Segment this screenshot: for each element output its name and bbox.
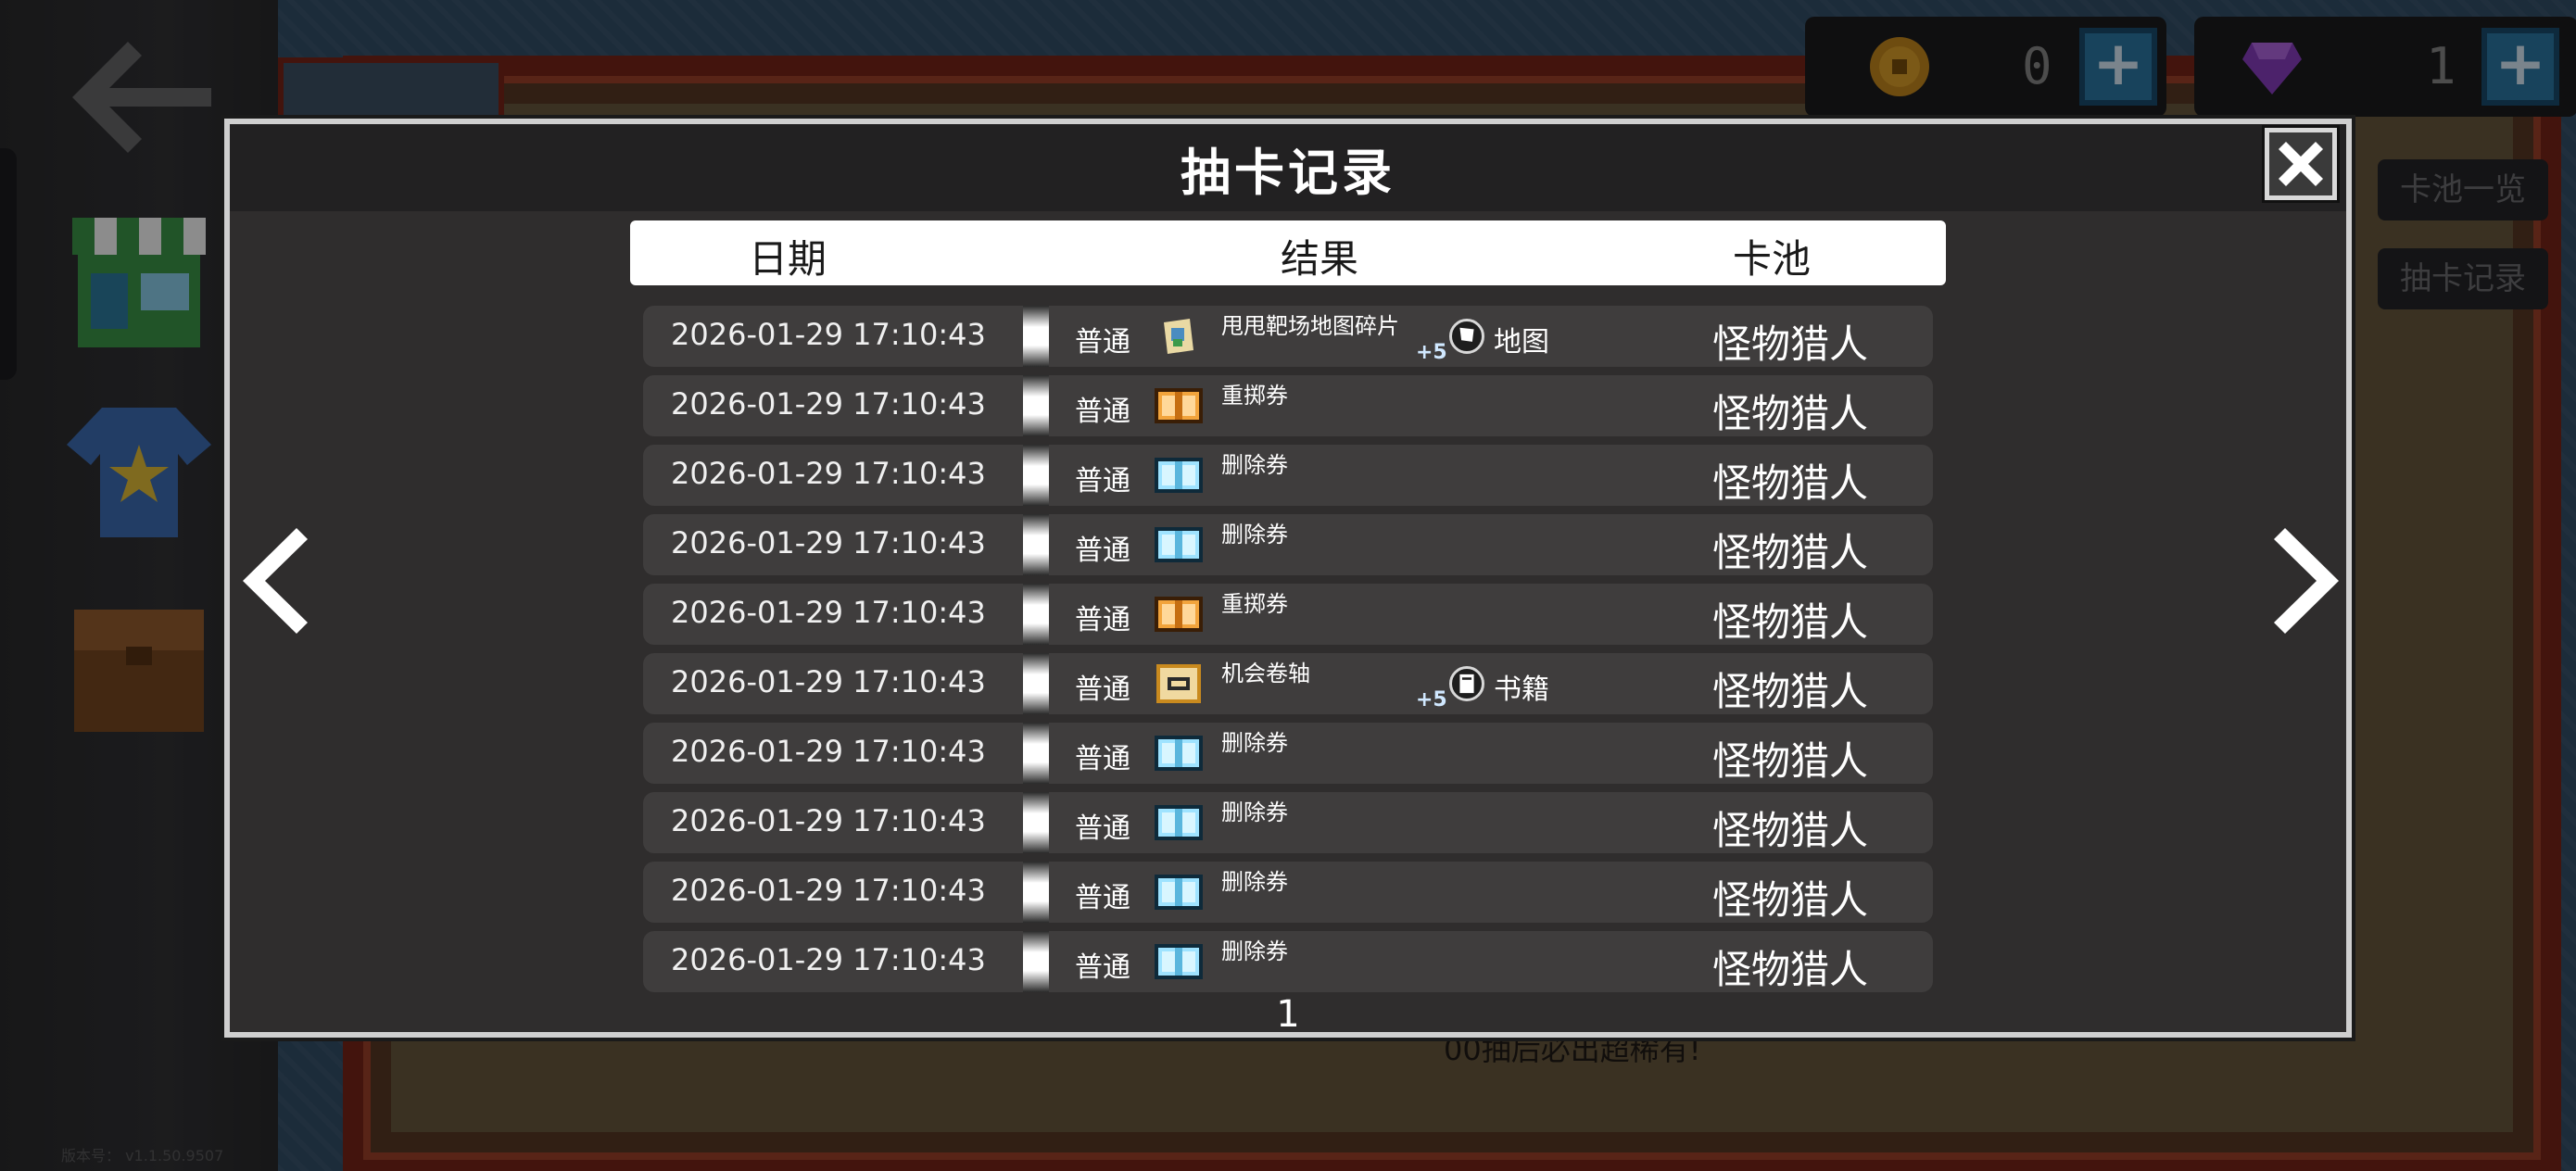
row-divider [1023,862,1049,923]
history-row: 2026-01-29 17:10:43 普通 机会卷轴 +5 书籍 怪物猎人 [643,653,1933,714]
orange-ticket-icon [1153,591,1205,637]
history-row: 2026-01-29 17:10:43 普通 删除券 怪物猎人 [643,514,1933,575]
map-fragment-icon [1153,313,1205,359]
history-row: 2026-01-29 17:10:43 普通 甩甩靶场地图碎片 +5 地图 怪物猎人 [643,306,1933,367]
row-item-name: 删除券 [1221,800,1288,825]
row-category: 书籍 [1494,674,1549,706]
row-item-name: 删除券 [1221,452,1288,478]
row-item-name: 删除券 [1221,938,1288,964]
row-pool: 怪物猎人 [1712,530,1869,575]
row-divider [1023,584,1049,645]
row-date: 2026-01-29 17:10:43 [671,595,986,630]
row-item-name: 删除券 [1221,730,1288,756]
row-item-name: 删除券 [1221,869,1288,895]
close-button[interactable] [2262,125,2340,203]
row-pool: 怪物猎人 [1712,738,1869,784]
blue-ticket-icon [1153,938,1205,985]
history-row: 2026-01-29 17:10:43 普通 删除券 怪物猎人 [643,445,1933,506]
row-pool: 怪物猎人 [1712,460,1869,506]
row-date: 2026-01-29 17:10:43 [671,873,986,908]
dialog-header: 抽卡记录 [230,124,2346,211]
row-rarity: 普通 [1075,743,1130,775]
history-row: 2026-01-29 17:10:43 普通 重掷券 怪物猎人 [643,375,1933,436]
row-date: 2026-01-29 17:10:43 [671,456,986,491]
history-row: 2026-01-29 17:10:43 普通 删除券 怪物猎人 [643,931,1933,992]
table-header: 日期 结果 卡池 [630,220,1946,285]
row-rarity: 普通 [1075,604,1130,636]
blue-ticket-icon [1153,869,1205,915]
row-divider [1023,931,1049,992]
row-date: 2026-01-29 17:10:43 [671,664,986,699]
history-row: 2026-01-29 17:10:43 普通 重掷券 怪物猎人 [643,584,1933,645]
row-rarity: 普通 [1075,535,1130,567]
row-item-name: 机会卷轴 [1221,661,1310,686]
row-divider [1023,375,1049,436]
page-number: 1 [1276,993,1300,1036]
row-pool: 怪物猎人 [1712,808,1869,853]
row-rarity: 普通 [1075,882,1130,914]
blue-ticket-icon [1153,730,1205,776]
column-result: 结果 [1281,236,1359,282]
row-divider [1023,445,1049,506]
history-row: 2026-01-29 17:10:43 普通 删除券 怪物猎人 [643,792,1933,853]
blue-ticket-icon [1153,452,1205,498]
row-date: 2026-01-29 17:10:43 [671,942,986,977]
column-pool: 卡池 [1733,236,1812,282]
row-plus-count: +5 [1416,688,1447,711]
row-rarity: 普通 [1075,674,1130,706]
row-item-name: 重掷券 [1221,383,1288,409]
column-date: 日期 [749,236,827,282]
row-item-name: 删除券 [1221,522,1288,548]
row-divider [1023,792,1049,853]
row-pool: 怪物猎人 [1712,947,1869,992]
row-category: 地图 [1494,326,1549,359]
row-divider [1023,306,1049,367]
row-pool: 怪物猎人 [1712,321,1869,367]
row-rarity: 普通 [1075,326,1130,359]
history-row: 2026-01-29 17:10:43 普通 删除券 怪物猎人 [643,862,1933,923]
row-plus-count: +5 [1416,341,1447,364]
prev-page-arrow-icon[interactable] [241,528,308,634]
row-pool: 怪物猎人 [1712,669,1869,714]
map-flag-icon [1449,319,1484,354]
history-row: 2026-01-29 17:10:43 普通 删除券 怪物猎人 [643,723,1933,784]
book-icon [1449,666,1484,701]
row-divider [1023,514,1049,575]
row-rarity: 普通 [1075,951,1130,984]
row-date: 2026-01-29 17:10:43 [671,317,986,352]
row-item-name: 甩甩靶场地图碎片 [1221,313,1399,339]
row-pool: 怪物猎人 [1712,391,1869,436]
row-date: 2026-01-29 17:10:43 [671,734,986,769]
chance-scroll-icon [1153,661,1205,707]
dialog-title: 抽卡记录 [1181,144,1395,202]
row-date: 2026-01-29 17:10:43 [671,525,986,560]
row-rarity: 普通 [1075,465,1130,497]
row-divider [1023,723,1049,784]
row-date: 2026-01-29 17:10:43 [671,386,986,422]
row-item-name: 重掷券 [1221,591,1288,617]
row-date: 2026-01-29 17:10:43 [671,803,986,838]
blue-ticket-icon [1153,800,1205,846]
row-pool: 怪物猎人 [1712,599,1869,645]
row-rarity: 普通 [1075,812,1130,845]
next-page-arrow-icon[interactable] [2274,528,2341,634]
draw-history-dialog: 抽卡记录 日期 结果 卡池 2026-01-29 17:10:43 普通 甩甩靶场地… [221,115,2355,1041]
row-divider [1023,653,1049,714]
close-icon [2279,142,2323,186]
row-rarity: 普通 [1075,396,1130,428]
row-pool: 怪物猎人 [1712,877,1869,923]
blue-ticket-icon [1153,522,1205,568]
orange-ticket-icon [1153,383,1205,429]
